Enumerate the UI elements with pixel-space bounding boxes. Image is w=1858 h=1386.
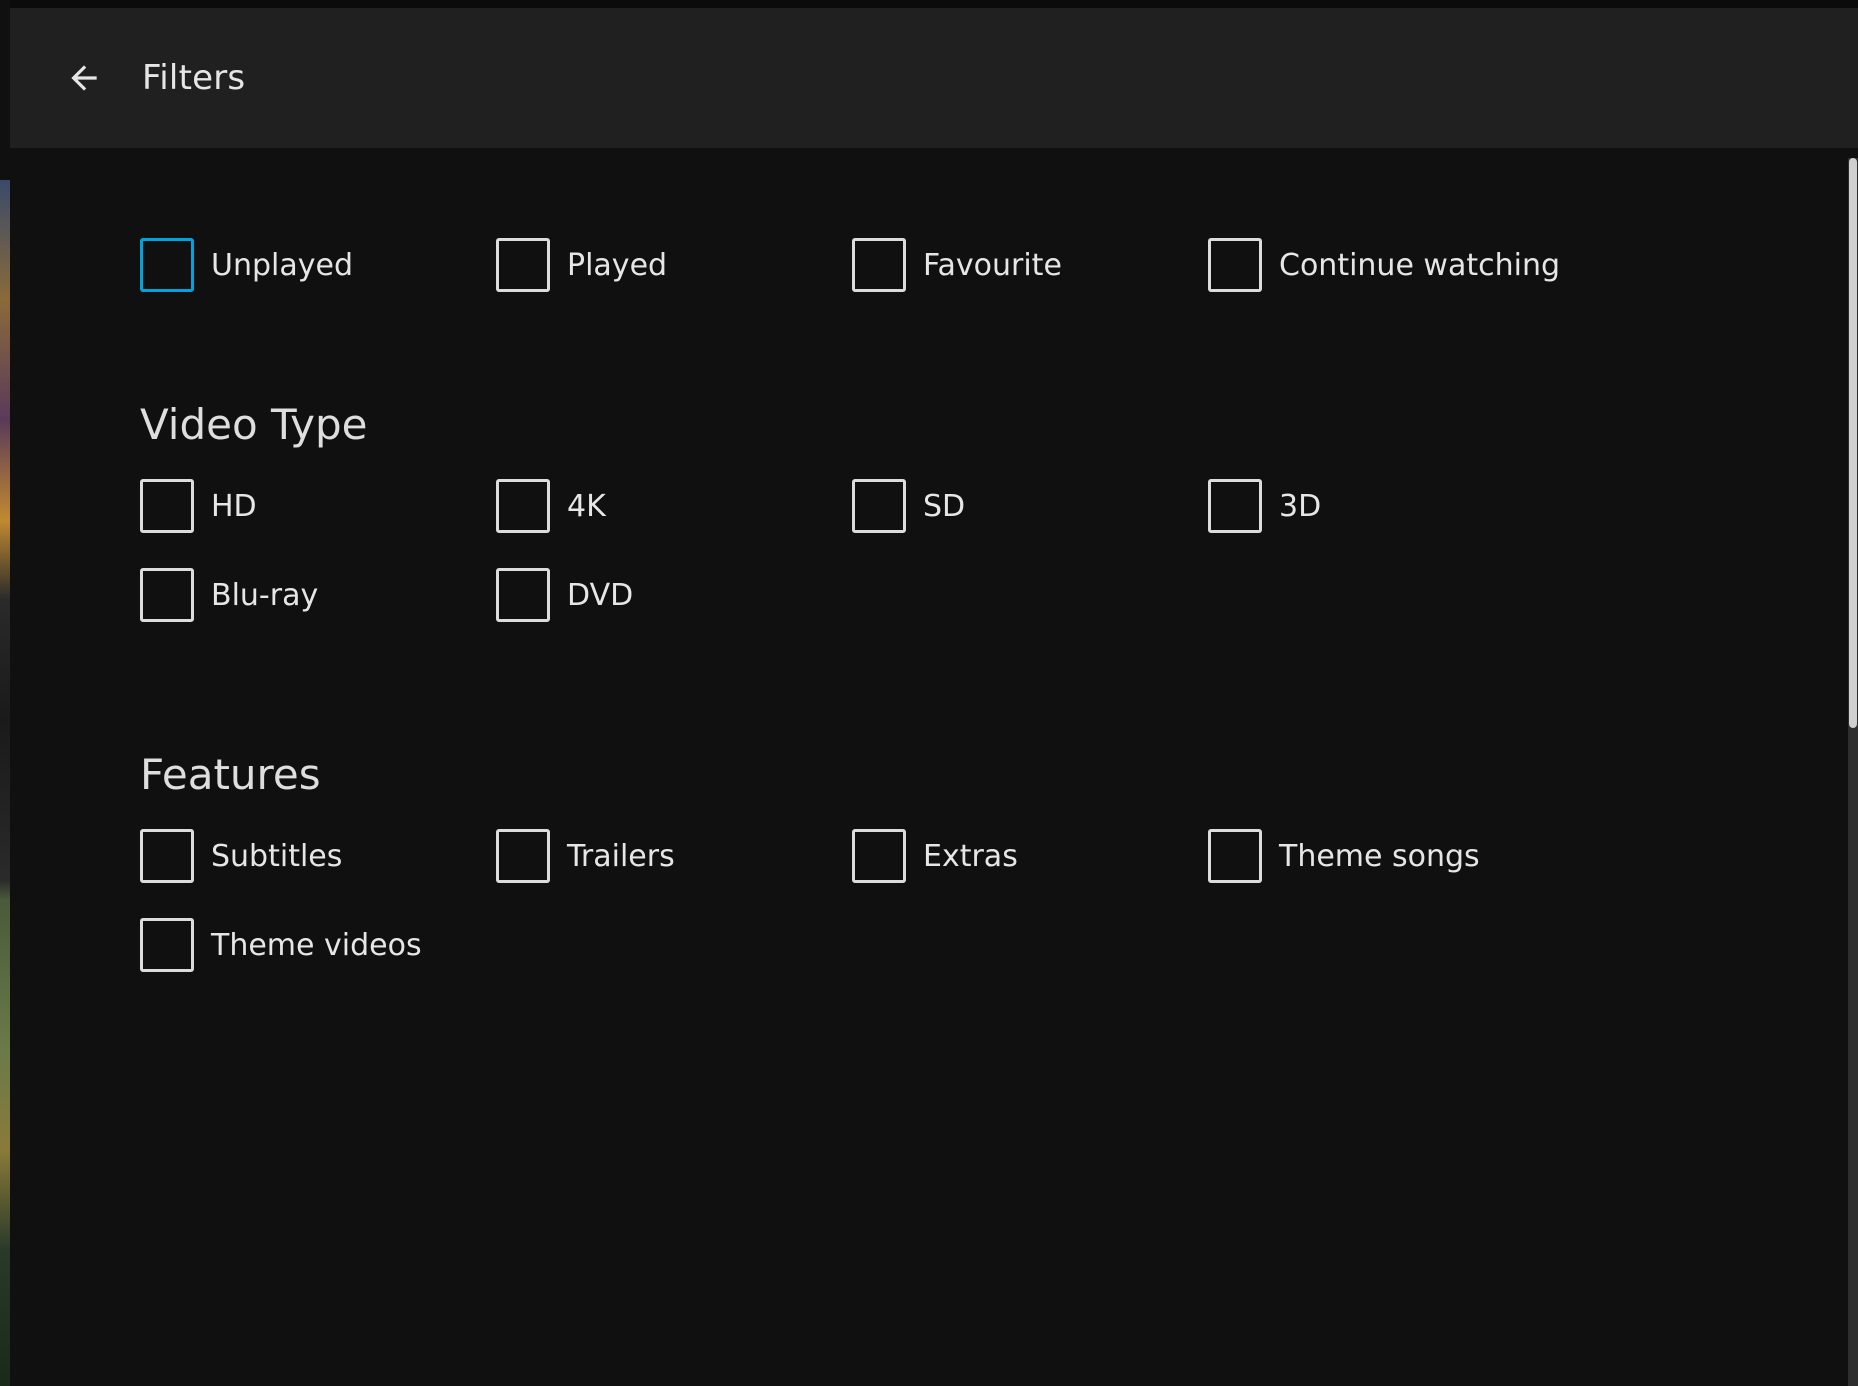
dvd-label: DVD — [567, 577, 634, 613]
played-label: Played — [567, 247, 668, 283]
4k-checkbox[interactable] — [496, 479, 550, 533]
features-section: Features Subtitles Trailers Extras Theme… — [140, 750, 1858, 972]
sd-label: SD — [923, 488, 966, 524]
filter-subtitles[interactable]: Subtitles — [140, 829, 496, 883]
status-filters: Unplayed Played Favourite Continue watch… — [140, 238, 1858, 292]
theme-songs-checkbox[interactable] — [1208, 829, 1262, 883]
trailers-checkbox[interactable] — [496, 829, 550, 883]
theme-videos-checkbox[interactable] — [140, 918, 194, 972]
sd-checkbox[interactable] — [852, 479, 906, 533]
filters-dialog: Filters Unplayed Played Favourite Contin… — [10, 8, 1858, 1386]
filter-dvd[interactable]: DVD — [496, 568, 852, 622]
scrollbar-thumb[interactable] — [1849, 158, 1857, 728]
filter-continue-watching[interactable]: Continue watching — [1208, 238, 1564, 292]
filter-favourite[interactable]: Favourite — [852, 238, 1208, 292]
continue-watching-label: Continue watching — [1279, 247, 1561, 283]
continue-watching-checkbox[interactable] — [1208, 238, 1262, 292]
theme-videos-label: Theme videos — [211, 927, 422, 963]
video-type-grid: HD 4K SD 3D Blu-ray DVD — [140, 479, 1858, 622]
dialog-header: Filters — [10, 8, 1858, 148]
filter-bluray[interactable]: Blu-ray — [140, 568, 496, 622]
background-app-strip — [0, 0, 10, 1386]
dialog-title: Filters — [142, 58, 246, 98]
4k-label: 4K — [567, 488, 606, 524]
favourite-label: Favourite — [923, 247, 1062, 283]
back-button[interactable] — [56, 50, 112, 106]
filter-sd[interactable]: SD — [852, 479, 1208, 533]
extras-label: Extras — [923, 838, 1018, 874]
video-type-section: Video Type HD 4K SD 3D Blu-ray DVD — [140, 400, 1858, 622]
filter-unplayed[interactable]: Unplayed — [140, 238, 496, 292]
hd-checkbox[interactable] — [140, 479, 194, 533]
3d-checkbox[interactable] — [1208, 479, 1262, 533]
filter-3d[interactable]: 3D — [1208, 479, 1564, 533]
filter-theme-songs[interactable]: Theme songs — [1208, 829, 1564, 883]
filters-content: Unplayed Played Favourite Continue watch… — [10, 148, 1858, 1386]
unplayed-checkbox[interactable] — [140, 238, 194, 292]
trailers-label: Trailers — [567, 838, 675, 874]
filter-hd[interactable]: HD — [140, 479, 496, 533]
filter-played[interactable]: Played — [496, 238, 852, 292]
3d-label: 3D — [1279, 488, 1322, 524]
bluray-label: Blu-ray — [211, 577, 319, 613]
played-checkbox[interactable] — [496, 238, 550, 292]
hd-label: HD — [211, 488, 257, 524]
theme-songs-label: Theme songs — [1279, 838, 1480, 874]
filter-extras[interactable]: Extras — [852, 829, 1208, 883]
features-grid: Subtitles Trailers Extras Theme songs Th… — [140, 829, 1858, 972]
subtitles-label: Subtitles — [211, 838, 343, 874]
video-type-heading: Video Type — [140, 400, 368, 449]
features-heading: Features — [140, 750, 321, 799]
bluray-checkbox[interactable] — [140, 568, 194, 622]
subtitles-checkbox[interactable] — [140, 829, 194, 883]
unplayed-label: Unplayed — [211, 247, 353, 283]
filter-4k[interactable]: 4K — [496, 479, 852, 533]
dvd-checkbox[interactable] — [496, 568, 550, 622]
extras-checkbox[interactable] — [852, 829, 906, 883]
filter-trailers[interactable]: Trailers — [496, 829, 852, 883]
arrow-left-icon — [71, 65, 97, 91]
filter-theme-videos[interactable]: Theme videos — [140, 918, 496, 972]
favourite-checkbox[interactable] — [852, 238, 906, 292]
